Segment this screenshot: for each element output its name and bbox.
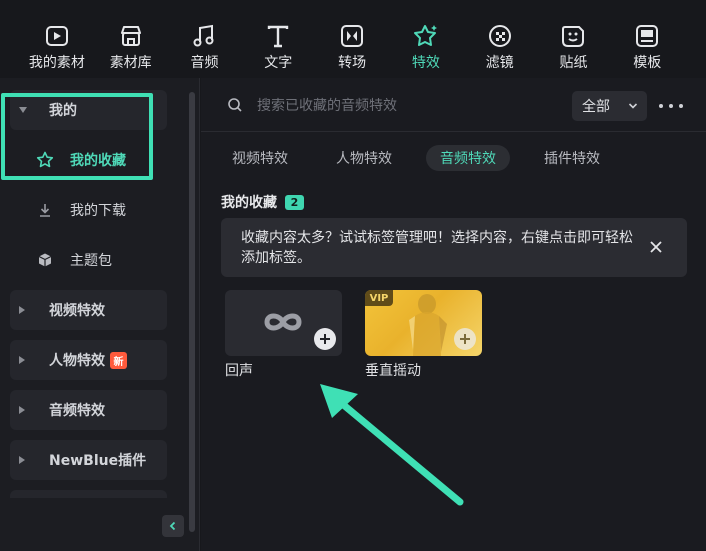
tool-label: 我的素材 xyxy=(28,55,85,71)
effect-card-echo[interactable] xyxy=(225,290,342,356)
favorites-count-badge: 2 xyxy=(285,194,304,210)
tab-plugin-effects[interactable]: 插件特效 xyxy=(530,145,614,171)
more-dot xyxy=(659,104,663,108)
more-dot xyxy=(679,104,683,108)
sidebar-item-label: 我的收藏 xyxy=(70,153,126,169)
sidebar-group-video-effects[interactable]: 视频特效 xyxy=(10,290,167,330)
caret-down-icon xyxy=(19,107,27,113)
thumbnail-image xyxy=(409,294,447,356)
tool-filter[interactable]: 滤镜 xyxy=(463,0,537,78)
category-tabs: 视频特效 人物特效 音频特效 插件特效 xyxy=(218,145,634,171)
tool-label: 贴纸 xyxy=(559,55,588,71)
vip-badge: VIP xyxy=(365,290,393,306)
caret-right-icon xyxy=(19,456,25,464)
main-panel: 全部 视频特效 人物特效 音频特效 插件特效 我的收藏 2 收藏内容太多？试试标… xyxy=(201,78,706,551)
tool-label: 特效 xyxy=(411,55,440,71)
transition-icon xyxy=(341,25,364,47)
plus-icon xyxy=(320,334,330,344)
sidebar-item-label: 主题包 xyxy=(70,253,112,269)
effect-card-label: 垂直摇动 xyxy=(365,363,421,379)
tip-text: 收藏内容太多？试试标签管理吧！选择内容，右键点击即可轻松添加标签。 xyxy=(241,230,633,266)
tab-video-effects[interactable]: 视频特效 xyxy=(218,145,302,171)
tip-banner: 收藏内容太多？试试标签管理吧！选择内容，右键点击即可轻松添加标签。 xyxy=(221,218,687,277)
sticker-icon xyxy=(562,26,585,47)
my-media-icon xyxy=(45,26,68,46)
filter-icon xyxy=(488,25,511,47)
add-effect-button[interactable] xyxy=(314,328,336,350)
effects-icon xyxy=(413,25,437,46)
sidebar: 我的 我的收藏 我的下载 主题包 视频特效 人物特效 新 音频特效 NewBlu… xyxy=(0,78,200,551)
chevron-down-icon xyxy=(628,103,638,109)
search-icon xyxy=(228,98,242,112)
caret-right-icon xyxy=(19,406,25,414)
tab-people-effects[interactable]: 人物特效 xyxy=(322,145,406,171)
sidebar-group-label: 人物特效 xyxy=(49,353,105,369)
section-title-text: 我的收藏 xyxy=(221,195,277,211)
tool-template[interactable]: 模板 xyxy=(610,0,684,78)
sidebar-group-label: 我的 xyxy=(49,103,77,119)
cube-icon xyxy=(36,251,54,269)
collapse-sidebar-button[interactable] xyxy=(162,515,184,537)
caret-right-icon xyxy=(19,306,25,314)
tool-text[interactable]: 文字 xyxy=(241,0,315,78)
tab-audio-effects[interactable]: 音频特效 xyxy=(426,145,510,171)
more-dot xyxy=(669,104,673,108)
sidebar-group-mine[interactable]: 我的 xyxy=(10,90,167,130)
sidebar-group-audio-effects[interactable]: 音频特效 xyxy=(10,390,167,430)
tool-label: 素材库 xyxy=(109,55,152,71)
sidebar-item-favorites[interactable]: 我的收藏 xyxy=(10,140,167,180)
infinity-icon xyxy=(264,313,302,331)
chevron-left-icon xyxy=(169,521,176,531)
sidebar-group-label: NewBlue插件 xyxy=(49,453,147,469)
tool-library[interactable]: 素材库 xyxy=(94,0,168,78)
search-input[interactable] xyxy=(257,94,557,118)
library-icon xyxy=(120,26,141,46)
tool-audio[interactable]: 音频 xyxy=(168,0,242,78)
add-effect-button[interactable] xyxy=(454,328,476,350)
sidebar-group-partial xyxy=(10,490,167,498)
template-icon xyxy=(636,25,659,47)
sidebar-group-label: 视频特效 xyxy=(49,303,105,319)
text-icon xyxy=(268,25,289,48)
plus-icon xyxy=(460,334,470,344)
effect-card-label: 回声 xyxy=(225,363,253,379)
caret-right-icon xyxy=(19,356,25,364)
sidebar-scrollbar[interactable] xyxy=(189,92,195,532)
tool-label: 音频 xyxy=(190,55,219,71)
more-options-button[interactable] xyxy=(659,98,683,114)
music-note-icon xyxy=(193,24,214,47)
sidebar-item-theme-pack[interactable]: 主题包 xyxy=(10,240,167,280)
tool-my-media[interactable]: 我的素材 xyxy=(20,0,94,78)
filter-dropdown-value: 全部 xyxy=(582,99,610,115)
sidebar-group-newblue[interactable]: NewBlue插件 xyxy=(10,440,167,480)
section-title: 我的收藏 2 xyxy=(221,192,304,212)
sidebar-group-people-effects[interactable]: 人物特效 新 xyxy=(10,340,167,380)
sidebar-item-downloads[interactable]: 我的下载 xyxy=(10,190,167,230)
star-icon xyxy=(36,151,54,169)
search-bar: 全部 xyxy=(201,78,706,132)
tool-label: 模板 xyxy=(633,55,662,71)
filter-dropdown[interactable]: 全部 xyxy=(572,91,647,121)
close-icon[interactable] xyxy=(649,240,663,254)
sidebar-item-label: 我的下载 xyxy=(70,203,126,219)
download-icon xyxy=(36,201,54,219)
top-toolbar: 我的素材 素材库 音频 文字 转场 特效 滤镜 贴纸 模板 xyxy=(0,0,706,78)
sidebar-group-label: 音频特效 xyxy=(49,403,105,419)
tool-effects[interactable]: 特效 xyxy=(389,0,463,78)
effect-card-vertical-shake[interactable]: VIP xyxy=(365,290,482,356)
tool-label: 转场 xyxy=(338,55,367,71)
tool-label: 滤镜 xyxy=(485,55,514,71)
new-badge: 新 xyxy=(110,351,127,369)
tool-label: 文字 xyxy=(264,55,293,71)
tool-sticker[interactable]: 贴纸 xyxy=(537,0,611,78)
tool-transition[interactable]: 转场 xyxy=(315,0,389,78)
